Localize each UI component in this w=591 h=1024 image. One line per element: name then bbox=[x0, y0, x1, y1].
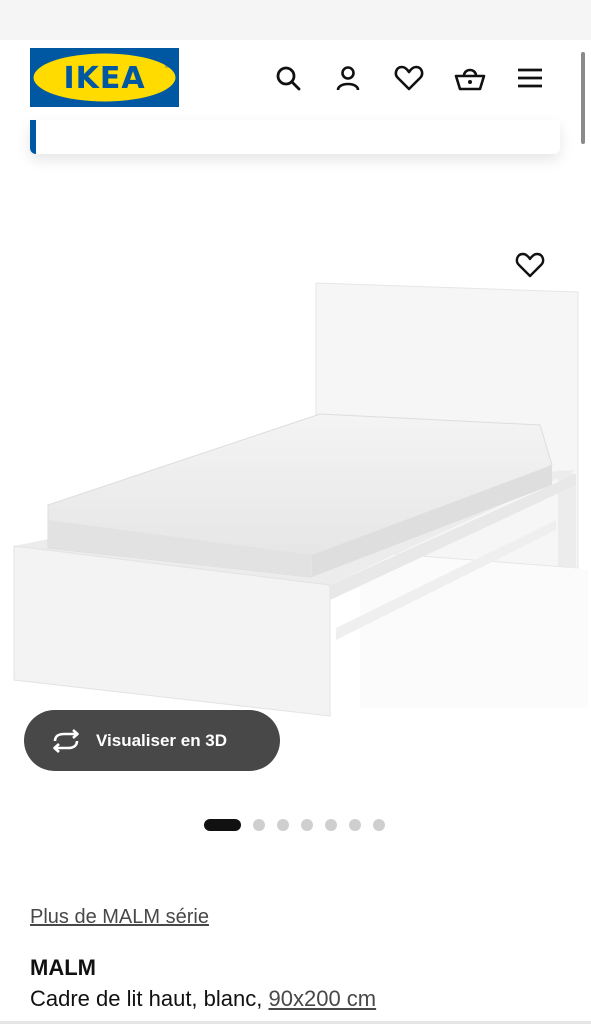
carousel-dot-active[interactable] bbox=[204, 819, 241, 831]
site-header: IKEA ® bbox=[0, 40, 591, 120]
product-description: Cadre de lit haut, blanc, 90x200 cm bbox=[30, 986, 376, 1012]
ikea-logo[interactable]: IKEA ® bbox=[30, 48, 179, 107]
carousel-dot[interactable] bbox=[277, 819, 289, 831]
account-icon[interactable] bbox=[332, 62, 364, 94]
product-size-link[interactable]: 90x200 cm bbox=[269, 986, 377, 1011]
heart-icon[interactable] bbox=[393, 62, 425, 94]
carousel-dot[interactable] bbox=[373, 819, 385, 831]
carousel-dot[interactable] bbox=[349, 819, 361, 831]
notice-banner bbox=[30, 120, 560, 154]
carousel-indicator bbox=[204, 818, 397, 832]
scrollbar-thumb[interactable] bbox=[581, 52, 585, 144]
browser-top-strip bbox=[0, 0, 591, 40]
rotate-icon bbox=[50, 728, 82, 753]
product-name: MALM bbox=[30, 955, 96, 980]
basket-icon[interactable] bbox=[454, 62, 486, 94]
carousel-dot[interactable] bbox=[325, 819, 337, 831]
product-description-text: Cadre de lit haut, blanc, bbox=[30, 986, 263, 1011]
favourite-heart-icon[interactable] bbox=[512, 247, 548, 283]
svg-text:®: ® bbox=[164, 63, 170, 70]
menu-icon[interactable] bbox=[514, 62, 546, 94]
series-link[interactable]: Plus de MALM série bbox=[30, 906, 209, 929]
product-image[interactable] bbox=[0, 160, 591, 720]
logo-text: IKEA bbox=[63, 61, 145, 96]
carousel-dot[interactable] bbox=[253, 819, 265, 831]
carousel-dot[interactable] bbox=[301, 819, 313, 831]
search-icon[interactable] bbox=[272, 62, 304, 94]
notice-accent bbox=[30, 120, 36, 154]
view-3d-button[interactable]: Visualiser en 3D bbox=[24, 710, 280, 771]
view-3d-label: Visualiser en 3D bbox=[96, 730, 228, 750]
